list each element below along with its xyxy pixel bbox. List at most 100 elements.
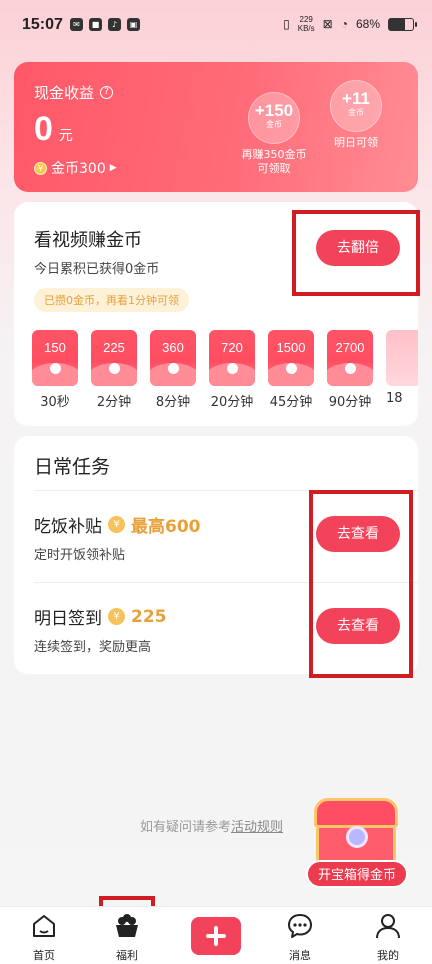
- rules-link[interactable]: 活动规则: [231, 820, 283, 835]
- earnings-amount-value: 0: [34, 110, 53, 148]
- mail-icon: ✉: [70, 18, 83, 31]
- treasure-chest[interactable]: 开宝箱得金币: [302, 796, 412, 890]
- task-name-checkin: 明日签到 ¥ 225: [34, 604, 167, 630]
- envelope-item[interactable]: 18: [386, 330, 418, 406]
- bottom-nav: 首页 福利 消息 我的: [0, 906, 432, 964]
- red-envelope-icon: 150: [32, 330, 78, 386]
- gift-basket-icon: [116, 914, 138, 937]
- nav-profile[interactable]: 我的: [358, 911, 418, 963]
- reward-envelopes: 150 30秒 225 2分钟 360 8分钟 720 20分钟 1500 45…: [32, 330, 418, 420]
- status-bar: 15:07 ✉ ■ ♪ ▣ ▯ 229 KB/s ⊠ ◔ 68%: [0, 0, 432, 50]
- profile-icon: [376, 914, 400, 939]
- no-sim-icon: ⊠: [322, 17, 333, 31]
- envelope-coins: 225: [103, 340, 125, 355]
- earnings-amount: 0 元: [34, 110, 73, 149]
- nav-messages[interactable]: 消息: [270, 911, 330, 963]
- help-icon[interactable]: ?: [100, 86, 114, 99]
- wifi-icon: ◔: [340, 17, 348, 31]
- nav-profile-label: 我的: [377, 949, 399, 962]
- coin-icon: ¥: [108, 516, 125, 533]
- task-name-meal: 吃饭补贴 ¥ 最高600: [34, 512, 201, 537]
- task-desc: 连续签到，奖励更高: [34, 640, 152, 655]
- envelope-item[interactable]: 1500 45分钟: [268, 330, 318, 410]
- chevron-right-icon: ▶: [109, 163, 117, 173]
- task-title: 吃饭补贴: [34, 517, 102, 537]
- envelope-time: 30秒: [40, 395, 70, 410]
- box-icon: ▣: [127, 18, 140, 31]
- red-envelope-icon: 360: [150, 330, 196, 386]
- bonus-bubble-2-unit: 金币: [348, 108, 364, 117]
- coin-balance-text: 金币300: [51, 161, 106, 177]
- gem-icon: [346, 826, 368, 848]
- task-reward: 225: [131, 606, 167, 627]
- chat-icon: [288, 914, 312, 938]
- bonus-bubble-1-num: +150: [254, 101, 294, 120]
- home-icon: [33, 915, 55, 937]
- network-speed-unit: KB/s: [297, 24, 315, 33]
- red-envelope-icon: 225: [91, 330, 137, 386]
- envelope-item[interactable]: 2700 90分钟: [327, 330, 377, 410]
- envelope-time: 2分钟: [96, 395, 132, 410]
- video-earn-title: 看视频赚金币: [34, 230, 142, 251]
- coin-icon: ¥: [34, 161, 47, 175]
- envelope-item[interactable]: 150 30秒: [32, 330, 82, 410]
- network-speed: 229 KB/s: [298, 15, 315, 33]
- earnings-card[interactable]: 现金收益 ? 0 元 ¥ 金币300 ▶ +150 金币 再赚350金币 可领取 …: [14, 62, 418, 192]
- app-icon: ■: [89, 18, 102, 31]
- red-envelope-icon: [386, 330, 418, 386]
- battery-percent: 68%: [355, 17, 380, 31]
- nav-welfare-label: 福利: [116, 949, 138, 962]
- red-envelope-icon: 1500: [268, 330, 314, 386]
- progress-pill: 已攒0金币，再看1分钟可领: [34, 288, 189, 312]
- envelope-time: 20分钟: [210, 395, 254, 410]
- nav-home-label: 首页: [33, 949, 55, 962]
- red-envelope-icon: 720: [209, 330, 255, 386]
- envelope-time: 8分钟: [155, 395, 191, 410]
- battery-icon: [388, 17, 417, 31]
- coin-balance[interactable]: ¥ 金币300 ▶: [34, 158, 117, 178]
- highlight-box: [309, 490, 413, 678]
- tiktok-icon: ♪: [108, 18, 121, 31]
- status-notification-icons: ✉ ■ ♪ ▣: [70, 18, 140, 31]
- nav-messages-label: 消息: [289, 949, 311, 962]
- envelope-time: 90分钟: [328, 395, 372, 410]
- bonus-bubble-1[interactable]: +150 金币: [248, 92, 300, 144]
- bonus-bubble-1-caption: 再赚350金币 可领取: [241, 148, 307, 175]
- daily-tasks-title: 日常任务: [34, 456, 111, 478]
- status-right: ▯ 229 KB/s ⊠ ◔ 68%: [283, 15, 417, 33]
- bonus-bubble-2-num: +11: [342, 89, 370, 108]
- earnings-amount-unit: 元: [58, 128, 73, 144]
- task-desc: 定时开饭领补贴: [34, 548, 126, 563]
- rules-prefix: 如有疑问请参考: [140, 820, 232, 835]
- envelope-item[interactable]: 360 8分钟: [150, 330, 200, 410]
- bonus-bubble-1-unit: 金币: [266, 120, 282, 129]
- envelope-item[interactable]: 720 20分钟: [209, 330, 259, 410]
- highlight-box: [292, 210, 420, 296]
- plus-icon[interactable]: [191, 917, 241, 955]
- chest-lid: [314, 798, 398, 828]
- status-time: 15:07: [22, 16, 63, 33]
- nav-home[interactable]: 首页: [14, 911, 74, 963]
- envelope-coins: 1500: [276, 340, 306, 355]
- earnings-title: 现金收益 ?: [34, 82, 114, 103]
- envelope-coins: 2700: [335, 340, 365, 355]
- open-chest-button[interactable]: 开宝箱得金币: [306, 860, 408, 888]
- video-earn-subtitle: 今日累积已获得0金币: [34, 262, 160, 277]
- bonus-bubble-2-caption: 明日可领: [334, 136, 378, 149]
- envelope-coins: 360: [162, 340, 184, 355]
- envelope-time: 45分钟: [269, 395, 313, 410]
- coin-icon: ¥: [108, 608, 125, 625]
- envelope-time: 18: [386, 391, 403, 406]
- rules-text: 如有疑问请参考活动规则: [140, 816, 283, 835]
- earnings-title-text: 现金收益: [34, 84, 95, 102]
- envelope-item[interactable]: 225 2分钟: [91, 330, 141, 410]
- task-reward: 最高600: [131, 517, 201, 537]
- vibrate-icon: ▯: [283, 17, 290, 31]
- red-envelope-icon: 2700: [327, 330, 373, 386]
- envelope-coins: 720: [221, 340, 243, 355]
- envelope-coins: 150: [44, 340, 66, 355]
- nav-welfare[interactable]: 福利: [97, 911, 157, 963]
- network-speed-value: 229: [299, 15, 313, 24]
- task-title: 明日签到: [34, 609, 102, 629]
- bonus-bubble-2[interactable]: +11 金币: [330, 80, 382, 132]
